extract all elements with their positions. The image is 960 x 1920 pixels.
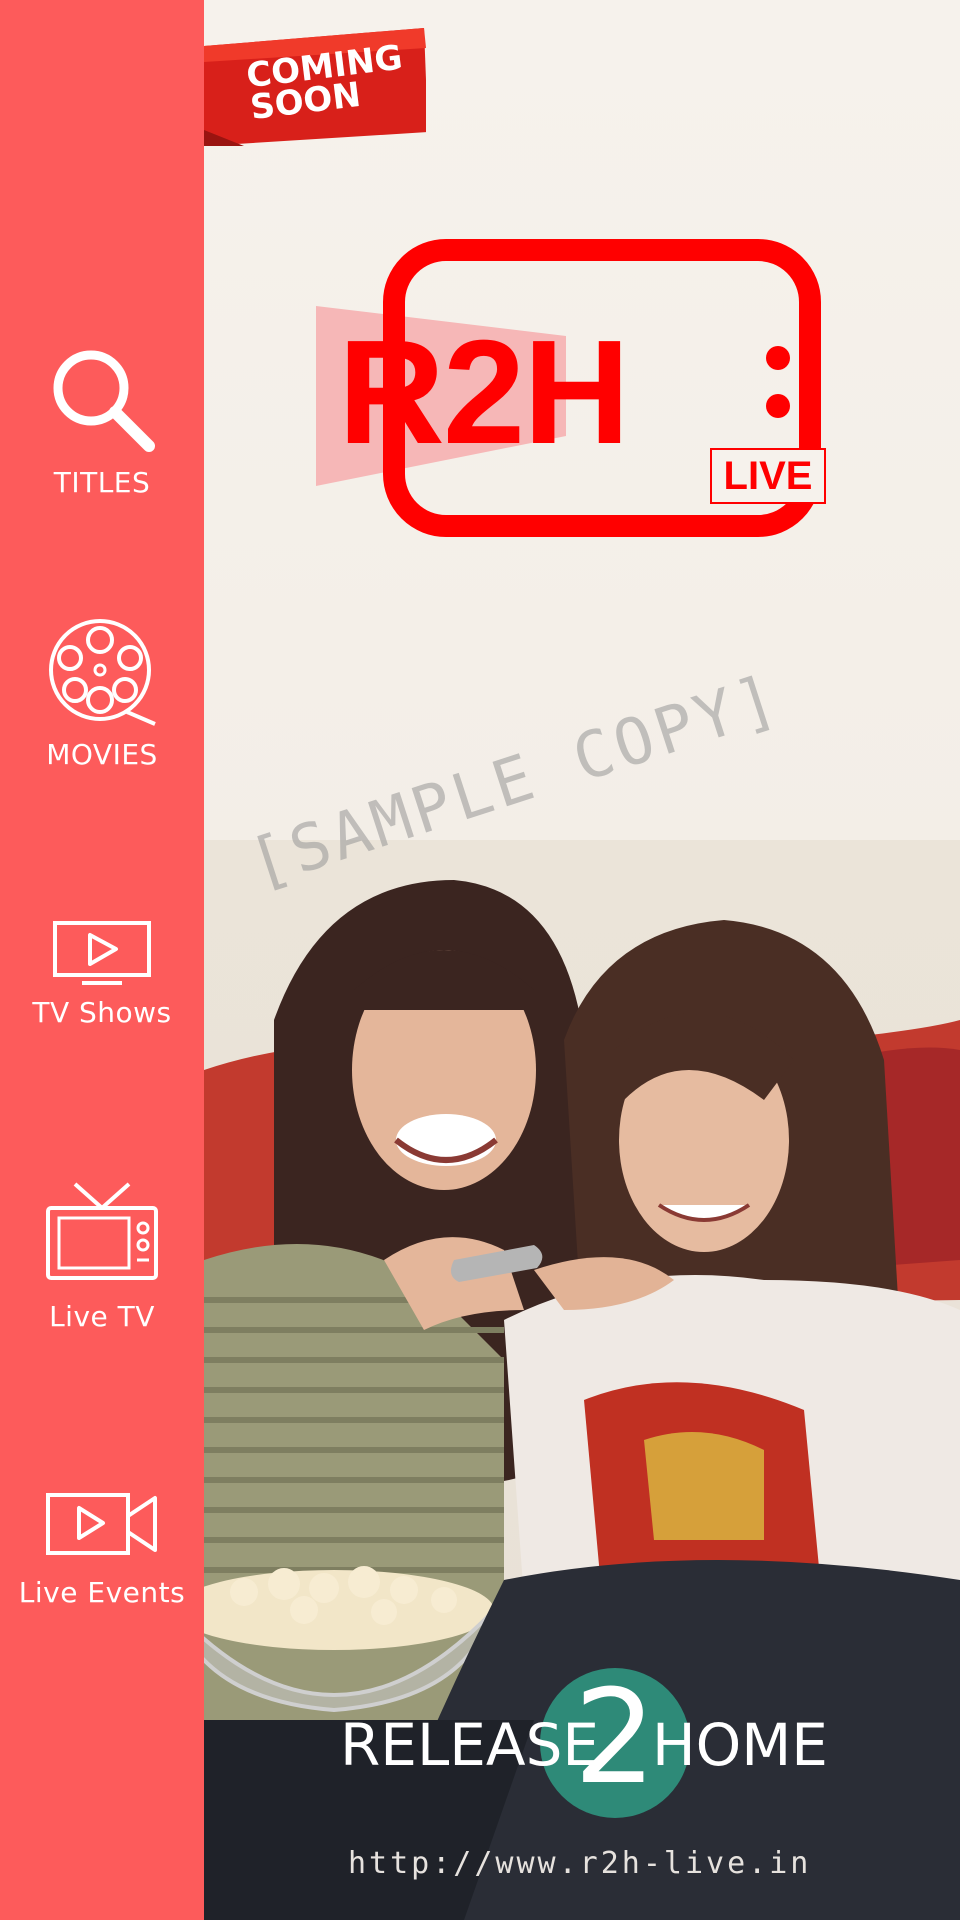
logo-wordmark: R2H [338, 310, 630, 475]
logo-live-badge: LIVE [710, 448, 826, 504]
sidebar-item-label: MOVIES [46, 738, 158, 771]
tv-antenna-icon [46, 1182, 158, 1280]
brand-word-home: HOME [652, 1711, 828, 1779]
search-icon [53, 350, 155, 452]
sidebar-item-label: TV Shows [32, 996, 172, 1029]
video-camera-icon [46, 1493, 157, 1555]
sidebar-item-label: Live Events [18, 1576, 186, 1609]
sidebar-item-live-tv[interactable]: Live TV [0, 1182, 204, 1333]
play-screen-icon [53, 921, 151, 985]
website-url[interactable]: http://www.r2h-live.in [348, 1846, 811, 1881]
main-banner: COMING SOON R2H LIVE [SAMPLE COPY] RELEAS… [204, 0, 960, 1920]
sidebar-item-tv-shows[interactable]: TV Shows [0, 920, 204, 1029]
sidebar-item-live-events[interactable]: Live Events [0, 1492, 204, 1609]
sidebar-item-movies[interactable]: MOVIES [0, 618, 204, 771]
sidebar-nav: TITLES MOVIES TV Shows Live TV Live Even… [0, 0, 204, 1920]
sidebar-item-titles[interactable]: TITLES [0, 344, 204, 499]
sidebar-item-label: Live TV [49, 1300, 155, 1333]
film-reel-icon [49, 619, 156, 726]
release2home-brand: RELEASE 2 HOME [340, 1662, 940, 1818]
sidebar-item-label: TITLES [53, 466, 151, 499]
